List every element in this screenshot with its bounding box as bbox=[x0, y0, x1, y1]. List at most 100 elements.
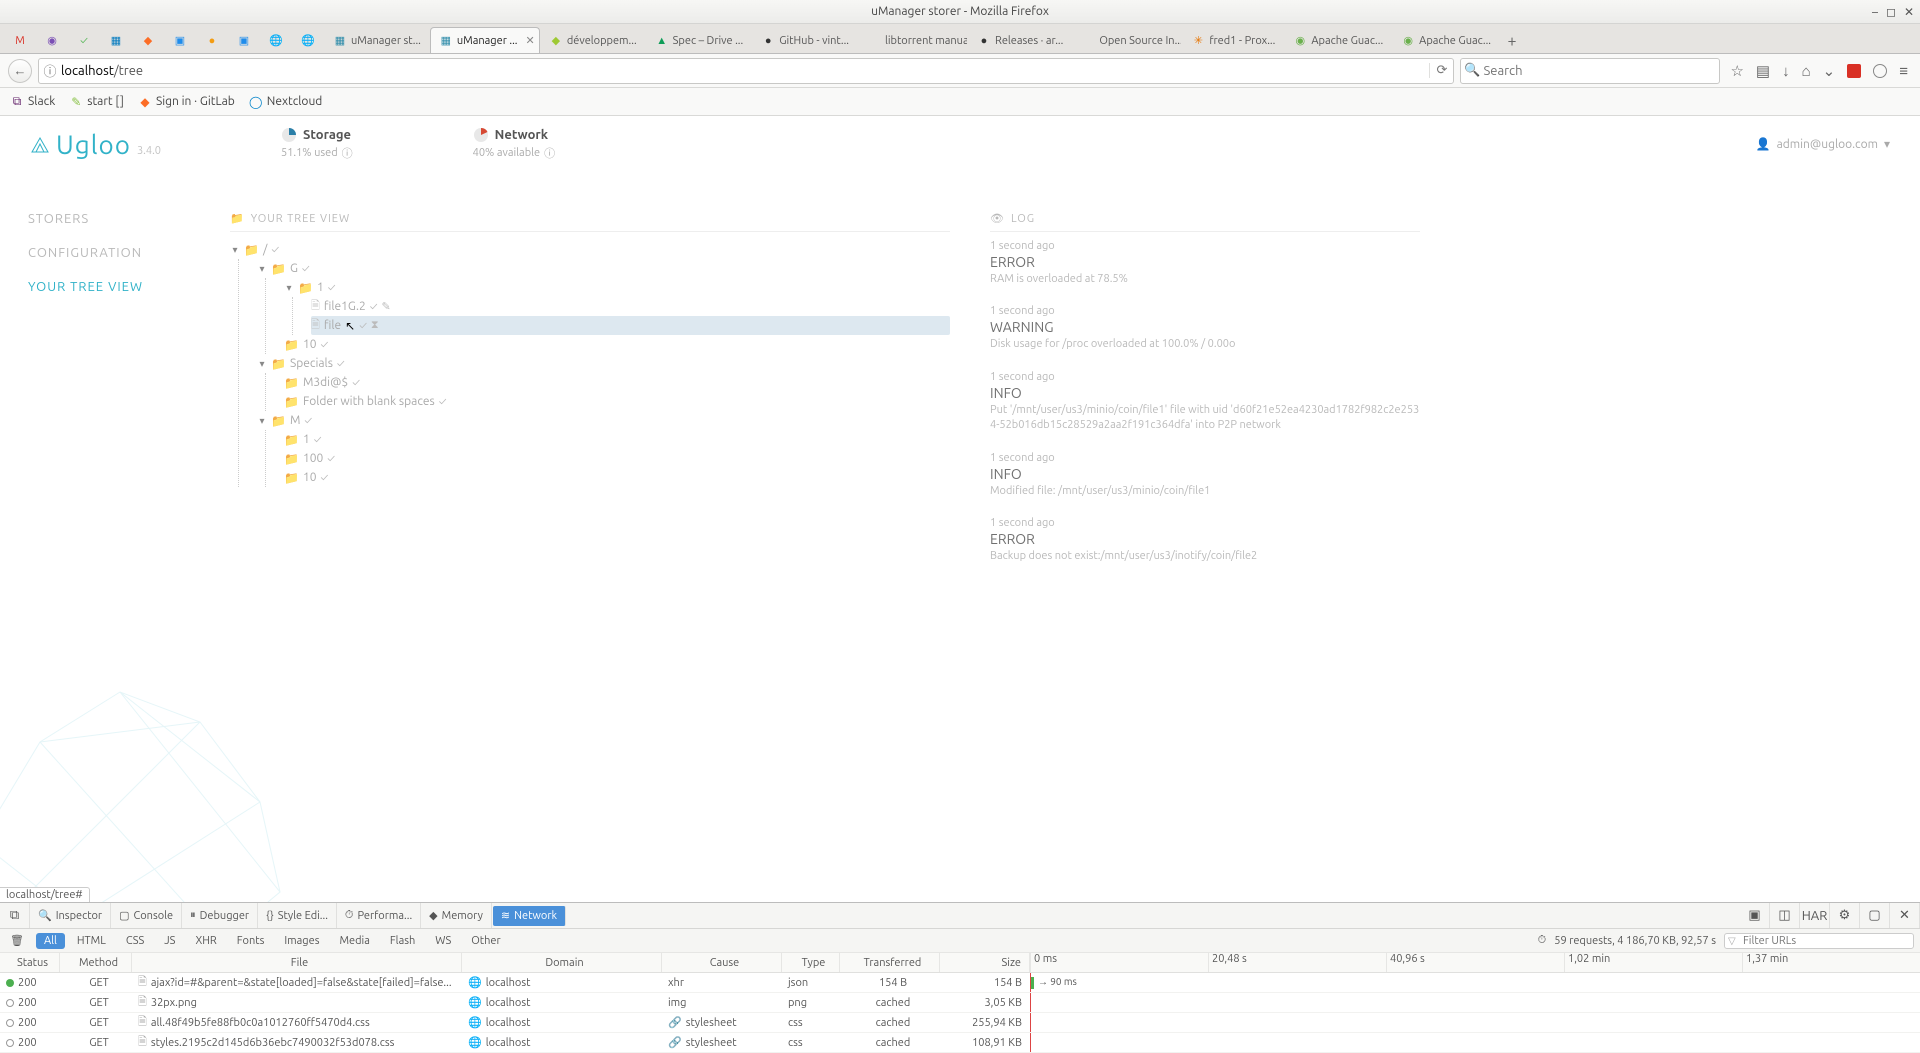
bookmark-item[interactable]: ◯Nextcloud bbox=[249, 95, 323, 109]
tab-label: fred1 - Prox... bbox=[1209, 35, 1275, 47]
stat-storage: Storage 51.1% used ⓘ bbox=[281, 127, 353, 161]
menu-icon[interactable]: ≡ bbox=[1899, 62, 1908, 80]
log-entry: 1 second agoWARNINGDisk usage for /proc … bbox=[990, 305, 1420, 352]
devtools-filter-other[interactable]: Other bbox=[463, 933, 508, 949]
tree-view[interactable]: ▾📁/ ✓ ▾📁G ✓ ▾📁1 ✓ 🗎 file1G.2 ✓ ✎ 🗎 file … bbox=[230, 240, 950, 487]
browser-tab[interactable]: ▦ bbox=[100, 27, 132, 53]
minimize-icon[interactable]: – bbox=[1872, 6, 1878, 19]
sidebar-item[interactable]: STORERS bbox=[28, 212, 214, 226]
devtools-tab-style[interactable]: {}Style Edi... bbox=[258, 903, 337, 928]
back-button[interactable]: ← bbox=[8, 59, 32, 83]
gmail-favicon-icon: M bbox=[13, 34, 27, 48]
network-sub: 40% available bbox=[473, 147, 540, 159]
bookmark-item[interactable]: ◆Sign in · GitLab bbox=[138, 95, 235, 109]
info-icon[interactable]: ⓘ bbox=[342, 145, 353, 161]
devtools-tab-debugger[interactable]: ⏸Debugger bbox=[182, 903, 258, 928]
devtools-row[interactable]: 200GET🗎styles.2195c2d145d6b36ebc7490032f… bbox=[0, 1033, 1920, 1053]
browser-tab[interactable]: ▦uManager st... bbox=[324, 27, 430, 53]
devtools-split-icon[interactable]: ◫ bbox=[1770, 903, 1800, 928]
devtools-close-icon[interactable]: ✕ bbox=[1890, 903, 1920, 928]
address-bar: ← ⓘ localhost/tree ⟳ 🔍 ☆ ▤ ↓ ⌂ ⌄ ≡ bbox=[0, 54, 1920, 88]
devtools-gear-icon[interactable]: ⚙ bbox=[1830, 903, 1860, 928]
browser-tab[interactable]: ◉Apache Guac... bbox=[1284, 27, 1392, 53]
devtools-row[interactable]: 200GET🗎all.48f49b5fe88fb0c0a1012760ff547… bbox=[0, 1013, 1920, 1033]
devtools-filter-fonts[interactable]: Fonts bbox=[229, 933, 273, 949]
browser-tab[interactable]: Open Source In... bbox=[1072, 27, 1182, 53]
browser-tab[interactable]: ▣ bbox=[228, 27, 260, 53]
browser-tab[interactable]: ●Releases · ar... bbox=[968, 27, 1072, 53]
devtools-layout-icon[interactable]: ▣ bbox=[1740, 903, 1770, 928]
devtools-tab-console[interactable]: ▢Console bbox=[111, 903, 182, 928]
search-input[interactable] bbox=[1483, 64, 1719, 78]
tree-folder[interactable]: 📁 10 ✓ bbox=[284, 335, 950, 354]
devtools-filter-js[interactable]: JS bbox=[156, 933, 183, 949]
log-time: 1 second ago bbox=[990, 240, 1420, 252]
browser-tab[interactable]: 🌐 bbox=[260, 27, 292, 53]
ext-icon-2[interactable] bbox=[1873, 64, 1887, 78]
tree-folder-specials[interactable]: ▾📁Specials ✓ bbox=[257, 354, 950, 373]
browser-tab[interactable]: libtorrent manual bbox=[858, 27, 968, 53]
devtools-filter-css[interactable]: CSS bbox=[118, 933, 152, 949]
devtools-filter-html[interactable]: HTML bbox=[69, 933, 114, 949]
browser-tab[interactable]: ◉ bbox=[36, 27, 68, 53]
browser-tab[interactable]: ● bbox=[196, 27, 228, 53]
browser-tab[interactable]: 🌐 bbox=[292, 27, 324, 53]
devtools-dock-icon[interactable]: ⧉ bbox=[0, 903, 30, 928]
devtools-tab-perf[interactable]: ⏱Performa... bbox=[337, 903, 421, 928]
ext-icon-1[interactable] bbox=[1847, 64, 1861, 78]
browser-tab[interactable]: ◆ bbox=[132, 27, 164, 53]
browser-tab[interactable]: ▣ bbox=[164, 27, 196, 53]
bookmark-item[interactable]: ✎start [] bbox=[69, 95, 124, 109]
browser-tab[interactable]: ▦uManager ...✕ bbox=[430, 27, 540, 53]
tree-file[interactable]: 🗎 file1G.2 ✓ ✎ bbox=[311, 297, 950, 316]
devtools-filter-images[interactable]: Images bbox=[276, 933, 327, 949]
devtools-filter-flash[interactable]: Flash bbox=[382, 933, 423, 949]
timeline-tick: 0 ms bbox=[1030, 953, 1057, 972]
globe1-favicon-icon: 🌐 bbox=[269, 34, 283, 48]
devtools-har-icon[interactable]: HAR bbox=[1800, 903, 1830, 928]
devtools-filter-xhr[interactable]: XHR bbox=[187, 933, 224, 949]
devtools-row[interactable]: 200GET🗎ajax?id=#&parent=&state[loaded]=f… bbox=[0, 973, 1920, 993]
app-logo[interactable]: Ugloo 3.4.0 bbox=[30, 130, 161, 159]
devtools-filter-all[interactable]: All bbox=[36, 933, 65, 949]
tab-close-icon[interactable]: ✕ bbox=[526, 34, 535, 47]
devtools-tab-network[interactable]: ≋Network bbox=[493, 906, 566, 926]
tree-file-selected[interactable]: 🗎 file ↖ ✓ ⧗ bbox=[311, 316, 950, 335]
site-info-icon[interactable]: ⓘ bbox=[39, 61, 61, 80]
downloads-icon[interactable]: ↓ bbox=[1782, 62, 1790, 80]
bookmarks-bar: ⧉Slack ✎start [] ◆Sign in · GitLab ◯Nextclo… bbox=[0, 88, 1920, 116]
browser-tab[interactable]: ◆développem... bbox=[540, 27, 646, 53]
tree-folder-m[interactable]: ▾📁M ✓ bbox=[257, 411, 950, 430]
bookmark-star-icon[interactable]: ☆ bbox=[1730, 62, 1743, 80]
search-box[interactable]: 🔍 bbox=[1460, 58, 1720, 84]
devtools-filter-media[interactable]: Media bbox=[331, 933, 377, 949]
library-icon[interactable]: ▤ bbox=[1756, 62, 1770, 80]
devtools-tab-memory[interactable]: ◆Memory bbox=[421, 903, 492, 928]
new-tab-button[interactable]: + bbox=[1500, 29, 1524, 53]
sidebar-item[interactable]: YOUR TREE VIEW bbox=[28, 280, 214, 294]
pocket-icon[interactable]: ⌄ bbox=[1823, 62, 1836, 80]
bookmark-item[interactable]: ⧉Slack bbox=[10, 95, 55, 109]
devtools-filter-input[interactable] bbox=[1724, 933, 1914, 949]
sidebar-item[interactable]: CONFIGURATION bbox=[28, 246, 214, 260]
storage-pie-icon bbox=[281, 127, 297, 143]
browser-tab[interactable]: ●GitHub - vint... bbox=[752, 27, 858, 53]
browser-tab[interactable]: ▲Spec – Drive ... bbox=[646, 27, 753, 53]
devtools-pop-icon[interactable]: ▢ bbox=[1860, 903, 1890, 928]
close-icon[interactable]: ✕ bbox=[1904, 5, 1914, 19]
browser-tab[interactable]: ◉Apache Guac... bbox=[1392, 27, 1500, 53]
user-menu[interactable]: 👤 admin@ugloo.com ▾ bbox=[1756, 137, 1890, 151]
devtools-tab-inspector[interactable]: 🔍Inspector bbox=[30, 903, 111, 928]
user-icon: 👤 bbox=[1756, 137, 1771, 151]
reload-icon[interactable]: ⟳ bbox=[1429, 63, 1453, 78]
devtools-filter-ws[interactable]: WS bbox=[427, 933, 459, 949]
devtools-row[interactable]: 200GET🗎32px.png🌐localhostimgpngcached3,0… bbox=[0, 993, 1920, 1013]
browser-tab[interactable]: ✳fred1 - Prox... bbox=[1182, 27, 1284, 53]
url-box[interactable]: ⓘ localhost/tree ⟳ bbox=[38, 58, 1454, 84]
browser-tab[interactable]: M bbox=[4, 27, 36, 53]
devtools-clear-icon[interactable]: 🗑 bbox=[2, 932, 32, 949]
browser-tab[interactable]: ✓ bbox=[68, 27, 100, 53]
maximize-icon[interactable]: ◻ bbox=[1886, 5, 1896, 19]
info-icon[interactable]: ⓘ bbox=[544, 145, 555, 161]
home-icon[interactable]: ⌂ bbox=[1802, 62, 1811, 80]
